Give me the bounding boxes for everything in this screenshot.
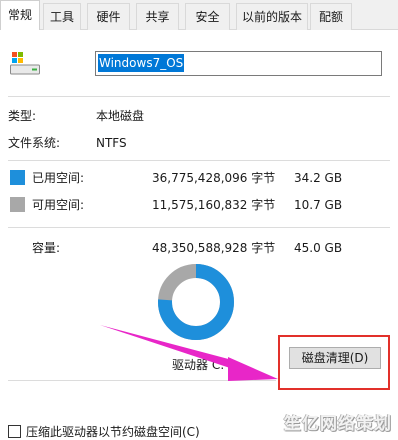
- tab-hardware[interactable]: 硬件: [87, 3, 130, 30]
- used-space-swatch: [10, 170, 25, 185]
- tab-security[interactable]: 安全: [185, 3, 230, 30]
- compress-drive-checkbox[interactable]: [8, 425, 21, 438]
- drive-letter-label: 驱动器 C:: [172, 358, 225, 372]
- free-space-label: 可用空间:: [32, 198, 85, 212]
- divider: [8, 160, 390, 161]
- tab-general[interactable]: 常规: [0, 0, 40, 31]
- filesystem-value: NTFS: [96, 136, 127, 150]
- tab-sharing[interactable]: 共享: [136, 3, 179, 30]
- capacity-size: 45.0 GB: [294, 241, 343, 255]
- tab-tools[interactable]: 工具: [43, 3, 81, 30]
- free-space-swatch: [10, 197, 25, 212]
- compress-drive-label: 压缩此驱动器以节约磁盘空间(C): [26, 425, 200, 439]
- free-space-bytes: 11,575,160,832 字节: [152, 198, 276, 212]
- watermark: 笙亿网络策划: [284, 414, 392, 434]
- type-value: 本地磁盘: [96, 109, 145, 123]
- used-space-label: 已用空间:: [32, 171, 85, 185]
- free-space-size: 10.7 GB: [294, 198, 343, 212]
- divider: [8, 96, 390, 97]
- drive-icon: [10, 52, 40, 75]
- type-label: 类型:: [8, 109, 37, 123]
- capacity-bytes: 48,350,588,928 字节: [152, 241, 276, 255]
- tab-previous-versions[interactable]: 以前的版本: [236, 3, 308, 30]
- drive-name-input[interactable]: Windows7_OS: [95, 51, 382, 76]
- divider: [8, 227, 390, 228]
- divider: [8, 380, 276, 381]
- capacity-label: 容量:: [32, 241, 61, 255]
- filesystem-label: 文件系统:: [8, 136, 61, 150]
- tab-bar: 常规 工具 硬件 共享 安全 以前的版本 配额: [0, 0, 398, 31]
- disk-usage-donut: [158, 264, 234, 340]
- disk-cleanup-button[interactable]: 磁盘清理(D): [289, 347, 381, 369]
- used-space-bytes: 36,775,428,096 字节: [152, 171, 276, 185]
- drive-name-value: Windows7_OS: [98, 54, 185, 72]
- used-space-size: 34.2 GB: [294, 171, 343, 185]
- tab-quota[interactable]: 配额: [310, 3, 352, 30]
